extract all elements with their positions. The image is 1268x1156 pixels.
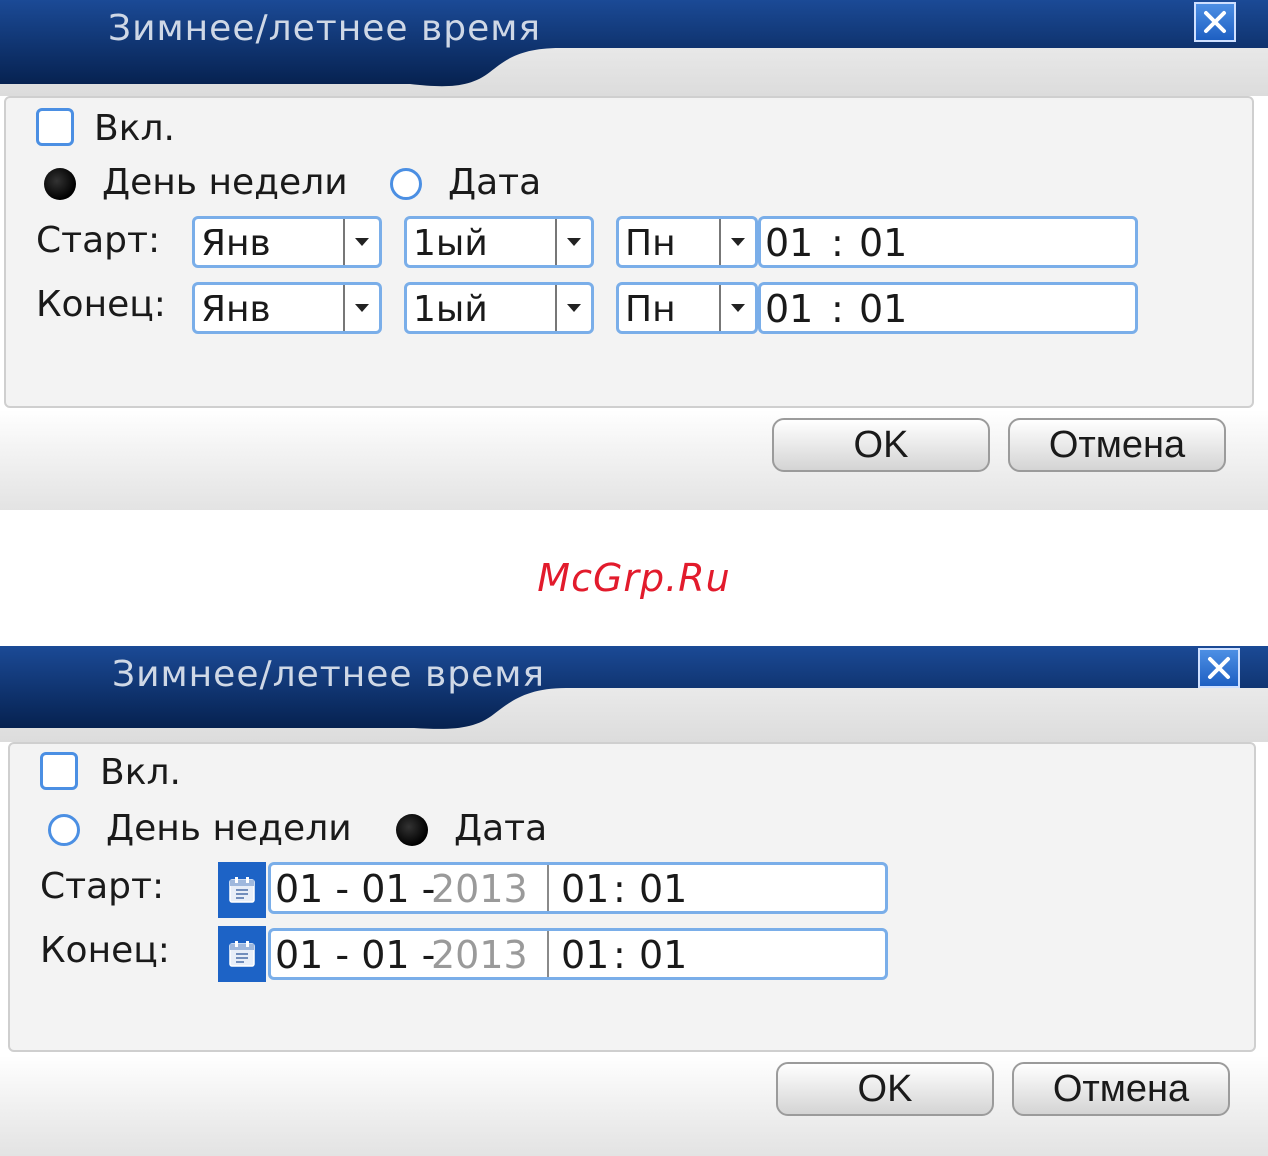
end-hour: 01: [765, 287, 814, 331]
end-hour: 01: [561, 933, 610, 977]
calendar-icon: [229, 941, 255, 967]
enable-checkbox[interactable]: [40, 752, 78, 790]
dst-dialog-weekday: Зимнее/летнее время Вкл. День недели Дат…: [0, 0, 1268, 510]
time-separator: :: [831, 287, 844, 331]
start-time-field[interactable]: 01 : 01: [758, 216, 1138, 268]
start-calendar-button[interactable]: [218, 862, 266, 918]
watermark: McGrp.Ru: [537, 556, 731, 600]
chevron-down-icon: [343, 219, 379, 265]
start-label: Старт:: [40, 866, 165, 907]
title-bar: Зимнее/летнее время: [0, 646, 1268, 742]
start-minute: 01: [639, 867, 688, 911]
close-button[interactable]: [1194, 2, 1236, 42]
mode-date-radio[interactable]: [396, 814, 428, 846]
cancel-button[interactable]: Отмена: [1008, 418, 1226, 472]
end-year: 2013: [431, 933, 528, 977]
mode-weekday-label: День недели: [106, 808, 352, 849]
time-separator: :: [613, 933, 626, 977]
end-week-select[interactable]: 1ый: [404, 282, 594, 334]
mode-weekday-label: День недели: [102, 162, 348, 203]
start-month-value: Янв: [201, 223, 271, 264]
close-icon: [1204, 11, 1226, 33]
close-icon: [1208, 657, 1230, 679]
calendar-icon: [229, 877, 255, 903]
time-separator: :: [613, 867, 626, 911]
end-day-select[interactable]: Пн: [616, 282, 758, 334]
end-day-value: Пн: [625, 289, 676, 330]
ok-button[interactable]: OK: [776, 1062, 994, 1116]
enable-label: Вкл.: [94, 108, 175, 149]
start-day-value: Пн: [625, 223, 676, 264]
start-day-select[interactable]: Пн: [616, 216, 758, 268]
enable-label: Вкл.: [100, 752, 181, 793]
end-date: 01 - 01 -: [275, 933, 436, 977]
chevron-down-icon: [555, 219, 591, 265]
mode-date-label: Дата: [454, 808, 548, 849]
chevron-down-icon: [719, 219, 755, 265]
end-minute: 01: [859, 287, 908, 331]
mode-date-radio[interactable]: [390, 168, 422, 200]
mode-weekday-radio[interactable]: [48, 814, 80, 846]
ok-button[interactable]: OK: [772, 418, 990, 472]
start-hour: 01: [561, 867, 610, 911]
end-time-field[interactable]: 01 : 01: [758, 282, 1138, 334]
start-week-select[interactable]: 1ый: [404, 216, 594, 268]
start-month-select[interactable]: Янв: [192, 216, 382, 268]
chevron-down-icon: [555, 285, 591, 331]
time-separator: :: [831, 221, 844, 265]
mode-weekday-radio[interactable]: [44, 168, 76, 200]
end-label: Конец:: [36, 284, 166, 325]
close-button[interactable]: [1198, 648, 1240, 688]
start-minute: 01: [859, 221, 908, 265]
start-week-value: 1ый: [413, 223, 488, 264]
chevron-down-icon: [343, 285, 379, 331]
start-datetime-field[interactable]: 01 - 01 - 2013 01 : 01: [268, 862, 888, 914]
start-date: 01 - 01 -: [275, 867, 436, 911]
cancel-button[interactable]: Отмена: [1012, 1062, 1230, 1116]
chevron-down-icon: [719, 285, 755, 331]
end-month-value: Янв: [201, 289, 271, 330]
start-year: 2013: [431, 867, 528, 911]
end-label: Конец:: [40, 930, 170, 971]
end-week-value: 1ый: [413, 289, 488, 330]
title-bar: Зимнее/летнее время: [0, 0, 1268, 96]
dst-dialog-date: Зимнее/летнее время Вкл. День недели Дат…: [0, 646, 1268, 1156]
field-divider: [547, 865, 549, 911]
end-calendar-button[interactable]: [218, 926, 266, 982]
mode-date-label: Дата: [448, 162, 542, 203]
dialog-title: Зимнее/летнее время: [108, 8, 542, 49]
end-month-select[interactable]: Янв: [192, 282, 382, 334]
end-datetime-field[interactable]: 01 - 01 - 2013 01 : 01: [268, 928, 888, 980]
start-hour: 01: [765, 221, 814, 265]
dialog-title: Зимнее/летнее время: [112, 654, 546, 695]
end-minute: 01: [639, 933, 688, 977]
field-divider: [547, 931, 549, 977]
start-label: Старт:: [36, 220, 161, 261]
enable-checkbox[interactable]: [36, 108, 74, 146]
